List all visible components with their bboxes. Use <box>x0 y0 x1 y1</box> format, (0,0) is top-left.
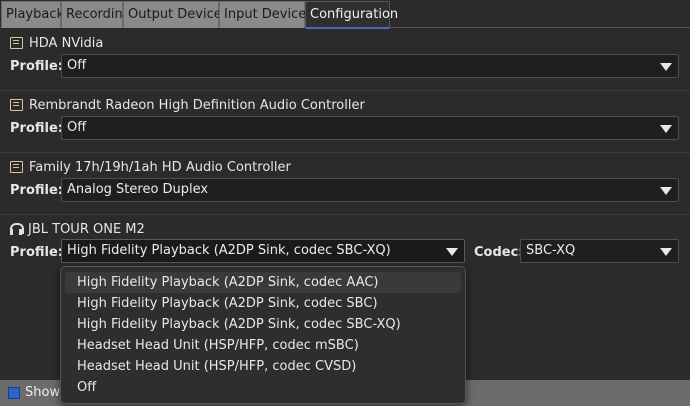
profile-dropdown[interactable]: Off <box>61 54 679 78</box>
profile-value: Analog Stereo Duplex <box>67 182 209 197</box>
codec-value: SBC-XQ <box>526 243 576 258</box>
chevron-down-icon <box>660 125 672 133</box>
tab-bar: Playback Recording Output Devices Input … <box>0 0 690 29</box>
profile-value: High Fidelity Playback (A2DP Sink, codec… <box>67 243 391 258</box>
chevron-down-icon <box>660 63 672 71</box>
profile-label: Profile: <box>10 59 63 74</box>
card-title: Rembrandt Radeon High Definition Audio C… <box>10 97 365 113</box>
chevron-down-icon <box>660 187 672 195</box>
card-name: Rembrandt Radeon High Definition Audio C… <box>29 97 365 113</box>
menu-item[interactable]: Headset Head Unit (HSP/HFP, codec mSBC) <box>65 335 461 356</box>
tab-output-devices[interactable]: Output Devices <box>123 1 229 28</box>
menu-item[interactable]: Headset Head Unit (HSP/HFP, codec CVSD) <box>65 356 461 377</box>
sound-card-icon <box>10 161 23 173</box>
codec-dropdown[interactable]: SBC-XQ <box>520 239 679 263</box>
menu-item[interactable]: High Fidelity Playback (A2DP Sink, codec… <box>65 293 461 314</box>
tab-recording[interactable]: Recording <box>61 1 131 28</box>
tab-input-devices[interactable]: Input Devices <box>219 1 313 28</box>
profile-dropdown[interactable]: Off <box>61 116 679 140</box>
menu-item[interactable]: High Fidelity Playback (A2DP Sink, codec… <box>65 314 461 335</box>
sound-card-icon <box>10 37 23 49</box>
show-label: Show <box>25 385 61 400</box>
profile-label: Profile: <box>10 183 63 198</box>
card-title: Family 17h/19h/1ah HD Audio Controller <box>10 159 291 175</box>
show-checkbox[interactable] <box>8 387 20 399</box>
sound-card-icon <box>10 99 23 111</box>
profile-label: Profile: <box>10 121 63 136</box>
card-rembrandt-radeon: Rembrandt Radeon High Definition Audio C… <box>0 91 690 153</box>
menu-item[interactable]: High Fidelity Playback (A2DP Sink, codec… <box>65 272 461 293</box>
tab-playback[interactable]: Playback <box>1 1 64 28</box>
card-hda-nvidia: HDA NVidia Profile: Off <box>0 29 690 91</box>
headphones-icon <box>10 223 24 235</box>
card-name: JBL TOUR ONE M2 <box>28 221 145 237</box>
profile-dropdown[interactable]: High Fidelity Playback (A2DP Sink, codec… <box>61 239 465 263</box>
card-family-17h: Family 17h/19h/1ah HD Audio Controller P… <box>0 153 690 215</box>
card-name: Family 17h/19h/1ah HD Audio Controller <box>29 159 291 175</box>
tab-configuration[interactable]: Configuration <box>305 1 398 29</box>
card-name: HDA NVidia <box>29 35 104 51</box>
profile-dropdown-menu: High Fidelity Playback (A2DP Sink, codec… <box>60 266 466 404</box>
profile-dropdown[interactable]: Analog Stereo Duplex <box>61 178 679 202</box>
chevron-down-icon <box>446 248 458 256</box>
menu-item[interactable]: Off <box>65 377 461 398</box>
profile-value: Off <box>67 58 87 73</box>
chevron-down-icon <box>660 248 672 256</box>
codec-label: Codec: <box>474 245 524 260</box>
card-title: JBL TOUR ONE M2 <box>10 221 145 237</box>
card-title: HDA NVidia <box>10 35 103 51</box>
profile-label: Profile: <box>10 245 63 260</box>
profile-value: Off <box>67 120 87 135</box>
